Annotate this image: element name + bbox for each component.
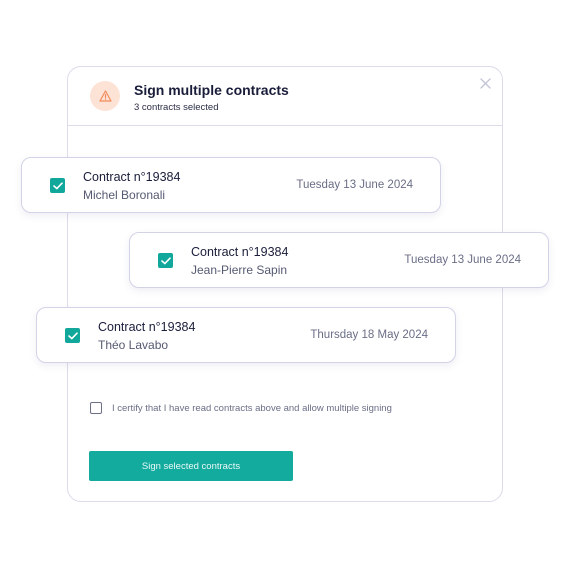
certify-label: I certify that I have read contracts abo… [112,403,392,414]
checkmark-icon [160,256,171,264]
dialog-header: Sign multiple contracts 3 contracts sele… [68,67,502,126]
contract-checkbox[interactable] [65,328,80,343]
contract-card[interactable]: Contract n°19384 Théo Lavabo Thursday 18… [36,307,456,363]
contract-card[interactable]: Contract n°19384 Jean-Pierre Sapin Tuesd… [129,232,549,288]
contract-number: Contract n°19384 [83,170,181,184]
contract-date: Tuesday 13 June 2024 [404,254,521,266]
close-icon [479,77,491,89]
dialog-subtitle: 3 contracts selected [134,102,219,113]
warning-triangle-icon [98,90,112,102]
contract-signer: Michel Boronali [83,188,166,202]
contract-number: Contract n°19384 [98,320,196,334]
contract-date: Tuesday 13 June 2024 [296,179,413,191]
contract-card[interactable]: Contract n°19384 Michel Boronali Tuesday… [21,157,441,213]
contract-signer: Théo Lavabo [98,338,169,352]
checkmark-icon [67,331,78,339]
contract-number: Contract n°19384 [191,245,289,259]
contract-signer: Jean-Pierre Sapin [191,263,288,277]
checkmark-icon [52,181,63,189]
contract-checkbox[interactable] [50,178,65,193]
dialog-title: Sign multiple contracts [134,82,289,98]
close-button[interactable] [478,76,492,90]
contract-date: Thursday 18 May 2024 [310,329,428,341]
sign-selected-button[interactable]: Sign selected contracts [89,451,293,481]
warning-badge [90,81,120,111]
certify-checkbox[interactable] [90,402,102,414]
contract-checkbox[interactable] [158,253,173,268]
